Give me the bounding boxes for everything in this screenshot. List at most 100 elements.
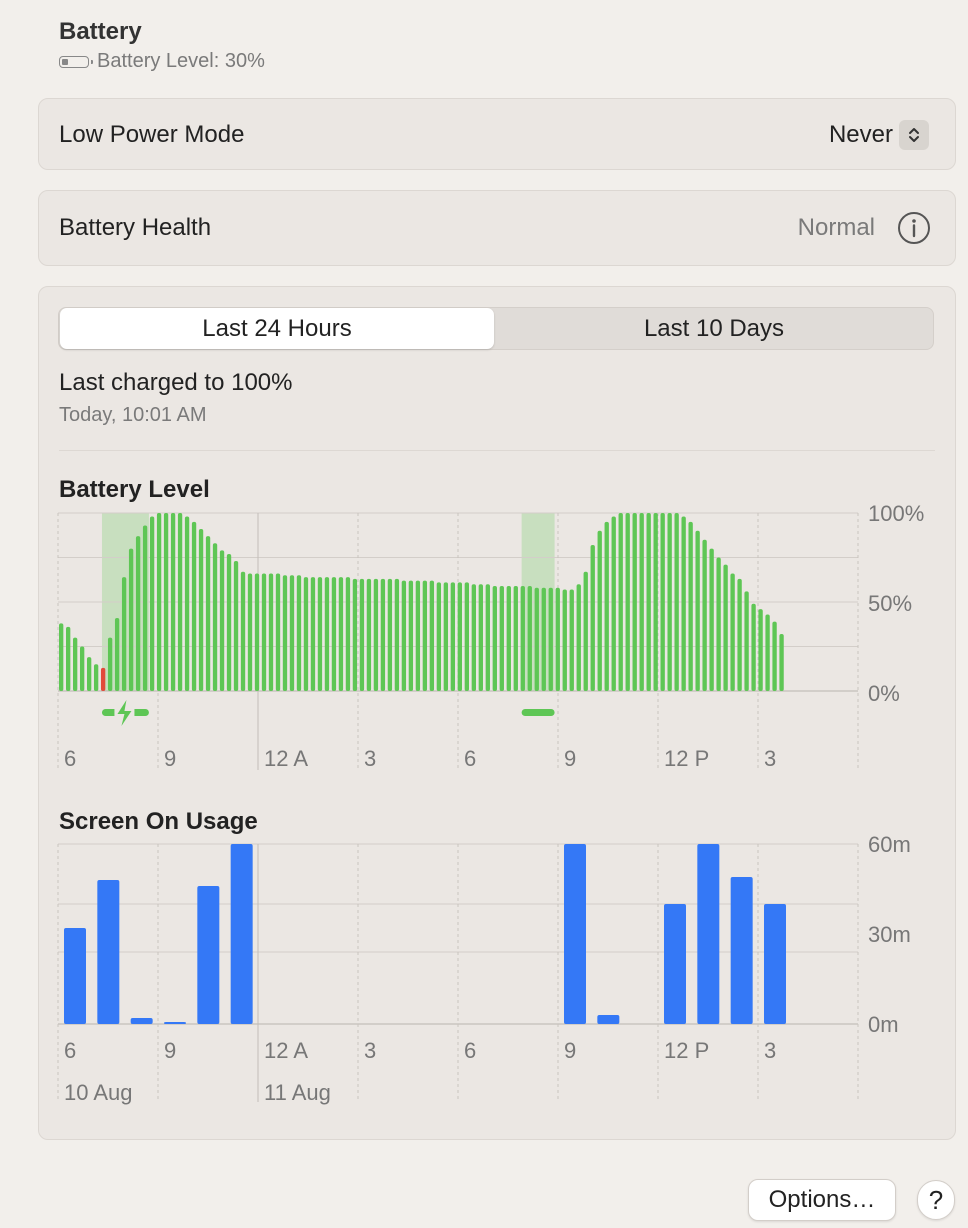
battery-level-bar	[149, 516, 155, 691]
battery-level-text: Battery Level: 30%	[97, 50, 265, 72]
x-tick-label: 6	[464, 1038, 476, 1063]
battery-level-bar	[86, 657, 92, 691]
battery-level-bar	[401, 580, 407, 691]
battery-health-row: Battery Health Normal	[38, 190, 956, 266]
battery-level-bar	[660, 513, 665, 691]
battery-level-bar	[366, 578, 372, 691]
battery-level-bar	[121, 577, 127, 691]
y-tick-label: 50%	[868, 591, 912, 616]
low-power-mode-value[interactable]: Never	[829, 121, 893, 149]
battery-level-bar	[65, 626, 71, 691]
options-button[interactable]: Options…	[748, 1179, 896, 1221]
time-range-segmented-control: Last 24 Hours Last 10 Days	[58, 307, 934, 350]
battery-level-bar	[387, 578, 393, 691]
x-tick-label: 9	[564, 746, 576, 771]
low-power-mode-row: Low Power Mode Never	[38, 98, 956, 170]
screen-usage-bar	[230, 844, 253, 1024]
tab-last-24-hours[interactable]: Last 24 Hours	[60, 308, 494, 349]
y-tick-label: 60m	[868, 832, 911, 857]
battery-level-bar	[436, 582, 442, 691]
battery-level-bar	[100, 667, 106, 691]
battery-level-row: Battery Level: 30%	[59, 50, 265, 73]
x-tick-label: 9	[564, 1038, 576, 1063]
y-tick-label: 0%	[868, 681, 900, 706]
battery-level-bar	[688, 521, 693, 691]
date-label: 11 Aug	[264, 1080, 331, 1105]
battery-level-bar	[93, 664, 99, 691]
screen-usage-bar	[97, 880, 120, 1024]
screen-usage-bar	[764, 904, 786, 1024]
battery-level-bar	[772, 621, 777, 691]
battery-level-bar	[205, 536, 211, 691]
battery-level-bar	[485, 584, 490, 691]
divider	[59, 450, 935, 451]
battery-level-bar	[422, 580, 428, 691]
x-tick-label: 3	[764, 746, 776, 771]
battery-level-bar	[331, 577, 337, 691]
battery-level-bar	[296, 575, 302, 691]
x-tick-label: 12 A	[264, 1038, 308, 1063]
battery-level-bar	[275, 573, 281, 691]
battery-level-bar	[632, 513, 637, 691]
battery-level-bar	[156, 513, 162, 691]
battery-level-bar	[492, 585, 497, 691]
battery-level-bar	[352, 578, 358, 691]
battery-level-bar	[555, 587, 560, 691]
battery-level-bar	[142, 525, 148, 691]
chevron-up-down-icon[interactable]	[899, 120, 929, 150]
battery-level-bar	[527, 585, 532, 691]
x-tick-label: 9	[164, 1038, 176, 1063]
charging-indicator	[521, 709, 555, 716]
info-icon[interactable]	[897, 211, 931, 250]
battery-icon	[59, 55, 93, 68]
battery-level-bar	[562, 589, 567, 691]
battery-health-value: Normal	[797, 214, 875, 241]
battery-level-bar	[128, 548, 134, 691]
battery-level-bar	[429, 580, 435, 691]
battery-level-bar	[443, 582, 449, 691]
y-tick-label: 30m	[868, 922, 911, 947]
battery-level-bar	[240, 571, 246, 691]
battery-level-bar	[170, 513, 176, 691]
battery-level-bar	[618, 513, 623, 691]
battery-level-bar	[765, 614, 770, 691]
battery-level-bar	[646, 513, 651, 691]
battery-level-bar	[674, 513, 679, 691]
battery-level-bar	[723, 564, 728, 691]
battery-level-bar	[394, 578, 400, 691]
battery-level-bar	[359, 578, 365, 691]
tab-last-10-days[interactable]: Last 10 Days	[495, 308, 933, 349]
battery-level-bar	[520, 585, 525, 691]
battery-level-bar	[506, 585, 511, 691]
battery-level-bar	[408, 580, 414, 691]
screen-usage-bar	[164, 1022, 186, 1024]
x-tick-label: 6	[64, 746, 76, 771]
x-tick-label: 9	[164, 746, 176, 771]
x-tick-label: 12 P	[664, 1038, 709, 1063]
battery-level-bar	[709, 548, 714, 691]
battery-level-bar	[261, 573, 267, 691]
battery-level-bar	[268, 573, 274, 691]
battery-level-bar	[513, 585, 518, 691]
battery-level-bar	[191, 521, 197, 691]
battery-level-bar	[380, 578, 386, 691]
battery-level-bar	[226, 553, 232, 691]
battery-level-bar	[457, 582, 463, 691]
battery-level-bar	[464, 582, 470, 691]
battery-level-bar	[737, 578, 742, 691]
battery-level-bar	[639, 513, 644, 691]
battery-level-bar	[471, 584, 476, 691]
battery-level-bar	[653, 513, 658, 691]
battery-level-bar	[730, 573, 735, 691]
battery-level-bar	[534, 587, 539, 691]
screen-usage-bar	[697, 844, 720, 1024]
x-tick-label: 3	[364, 746, 376, 771]
battery-level-bar	[310, 577, 316, 691]
help-button[interactable]: ?	[917, 1180, 955, 1220]
page-title: Battery	[59, 18, 142, 45]
battery-level-bar	[135, 536, 141, 691]
battery-level-bar	[107, 637, 113, 691]
battery-level-bar	[604, 521, 609, 691]
battery-level-bar	[282, 575, 288, 691]
battery-level-bar	[373, 578, 379, 691]
